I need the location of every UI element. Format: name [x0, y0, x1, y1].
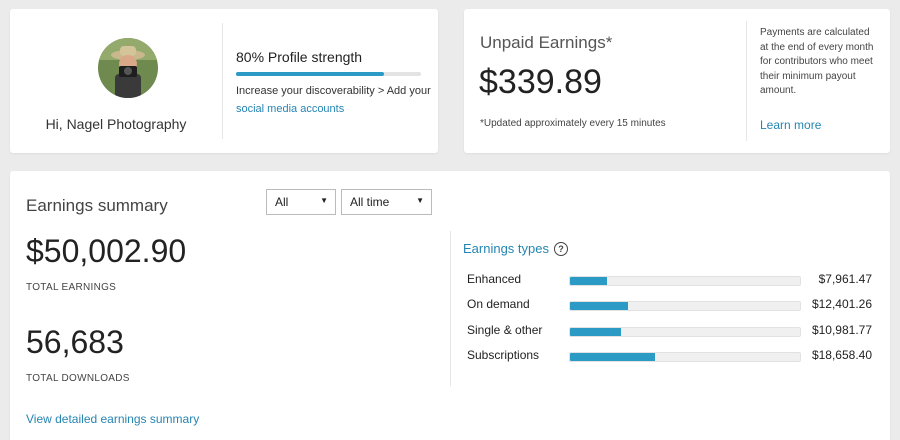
earnings-type-row: Enhanced $7,961.47 — [467, 272, 872, 288]
unpaid-earnings-amount: $339.89 — [479, 63, 602, 101]
earnings-types-header: Earnings types ? — [463, 241, 568, 256]
earnings-type-bar-fill — [570, 353, 656, 361]
earnings-type-value: $18,658.40 — [811, 348, 872, 362]
earnings-type-value: $10,981.77 — [811, 323, 872, 337]
profile-strength-bar — [236, 72, 421, 76]
total-earnings-value: $50,002.90 — [26, 233, 187, 269]
earnings-type-row: Single & other $10,981.77 — [467, 323, 872, 339]
earnings-type-bar-fill — [570, 277, 607, 285]
earnings-summary-title: Earnings summary — [26, 196, 168, 215]
earnings-type-label: On demand — [467, 297, 530, 311]
divider — [450, 231, 451, 386]
dropdown-arrow-icon: ▼ — [320, 196, 328, 205]
divider — [746, 21, 747, 141]
earnings-type-row: Subscriptions $18,658.40 — [467, 348, 872, 364]
unpaid-earnings-title: Unpaid Earnings* — [480, 33, 613, 52]
divider — [222, 23, 223, 139]
profile-card: Hi, Nagel Photography 80% Profile streng… — [10, 9, 438, 153]
avatar[interactable] — [98, 38, 158, 98]
earnings-type-select[interactable]: All ▼ — [266, 189, 336, 215]
earnings-type-row: On demand $12,401.26 — [467, 297, 872, 313]
total-downloads-label: TOTAL DOWNLOADS — [26, 373, 130, 384]
earnings-types-title: Earnings types — [463, 241, 549, 256]
earnings-type-bar-fill — [570, 328, 621, 336]
unpaid-earnings-card: Unpaid Earnings* $339.89 *Updated approx… — [464, 9, 890, 153]
earnings-type-value: All — [275, 195, 289, 209]
tip-text: Increase your discoverability > Add your — [236, 85, 431, 97]
help-icon[interactable]: ? — [554, 241, 568, 256]
time-range-value: All time — [350, 195, 390, 209]
total-downloads-value: 56,683 — [26, 324, 124, 360]
greeting-text: Hi, Nagel Photography — [45, 116, 187, 132]
profile-strength-fill — [236, 72, 384, 76]
earnings-type-bar — [569, 352, 801, 362]
earnings-type-value: $12,401.26 — [811, 297, 872, 311]
earnings-type-label: Subscriptions — [467, 348, 540, 362]
total-earnings-label: TOTAL EARNINGS — [26, 282, 117, 293]
detailed-earnings-link[interactable]: View detailed earnings summary — [26, 412, 199, 426]
payment-info-text: Payments are calculated at the end of ev… — [760, 27, 874, 96]
earnings-type-label: Single & other — [467, 323, 543, 337]
avatar-photo — [98, 38, 158, 98]
learn-more-link[interactable]: Learn more — [760, 118, 821, 132]
earnings-type-label: Enhanced — [467, 272, 522, 286]
social-media-link[interactable]: social media accounts — [236, 103, 344, 115]
update-note: *Updated approximately every 15 minutes — [480, 118, 666, 129]
time-range-select[interactable]: All time ▼ — [341, 189, 432, 215]
earnings-type-bar-fill — [570, 302, 628, 310]
earnings-type-bar — [569, 327, 801, 337]
earnings-type-bar — [569, 301, 801, 311]
dropdown-arrow-icon: ▼ — [416, 196, 424, 205]
earnings-type-bar — [569, 276, 801, 286]
earnings-type-value: $7,961.47 — [818, 272, 872, 286]
earnings-summary-card: Earnings summary All ▼ All time ▼ $50,00… — [10, 171, 890, 440]
discoverability-tip: Increase your discoverability > Add your… — [236, 82, 432, 118]
profile-strength-label: 80% Profile strength — [236, 49, 363, 65]
